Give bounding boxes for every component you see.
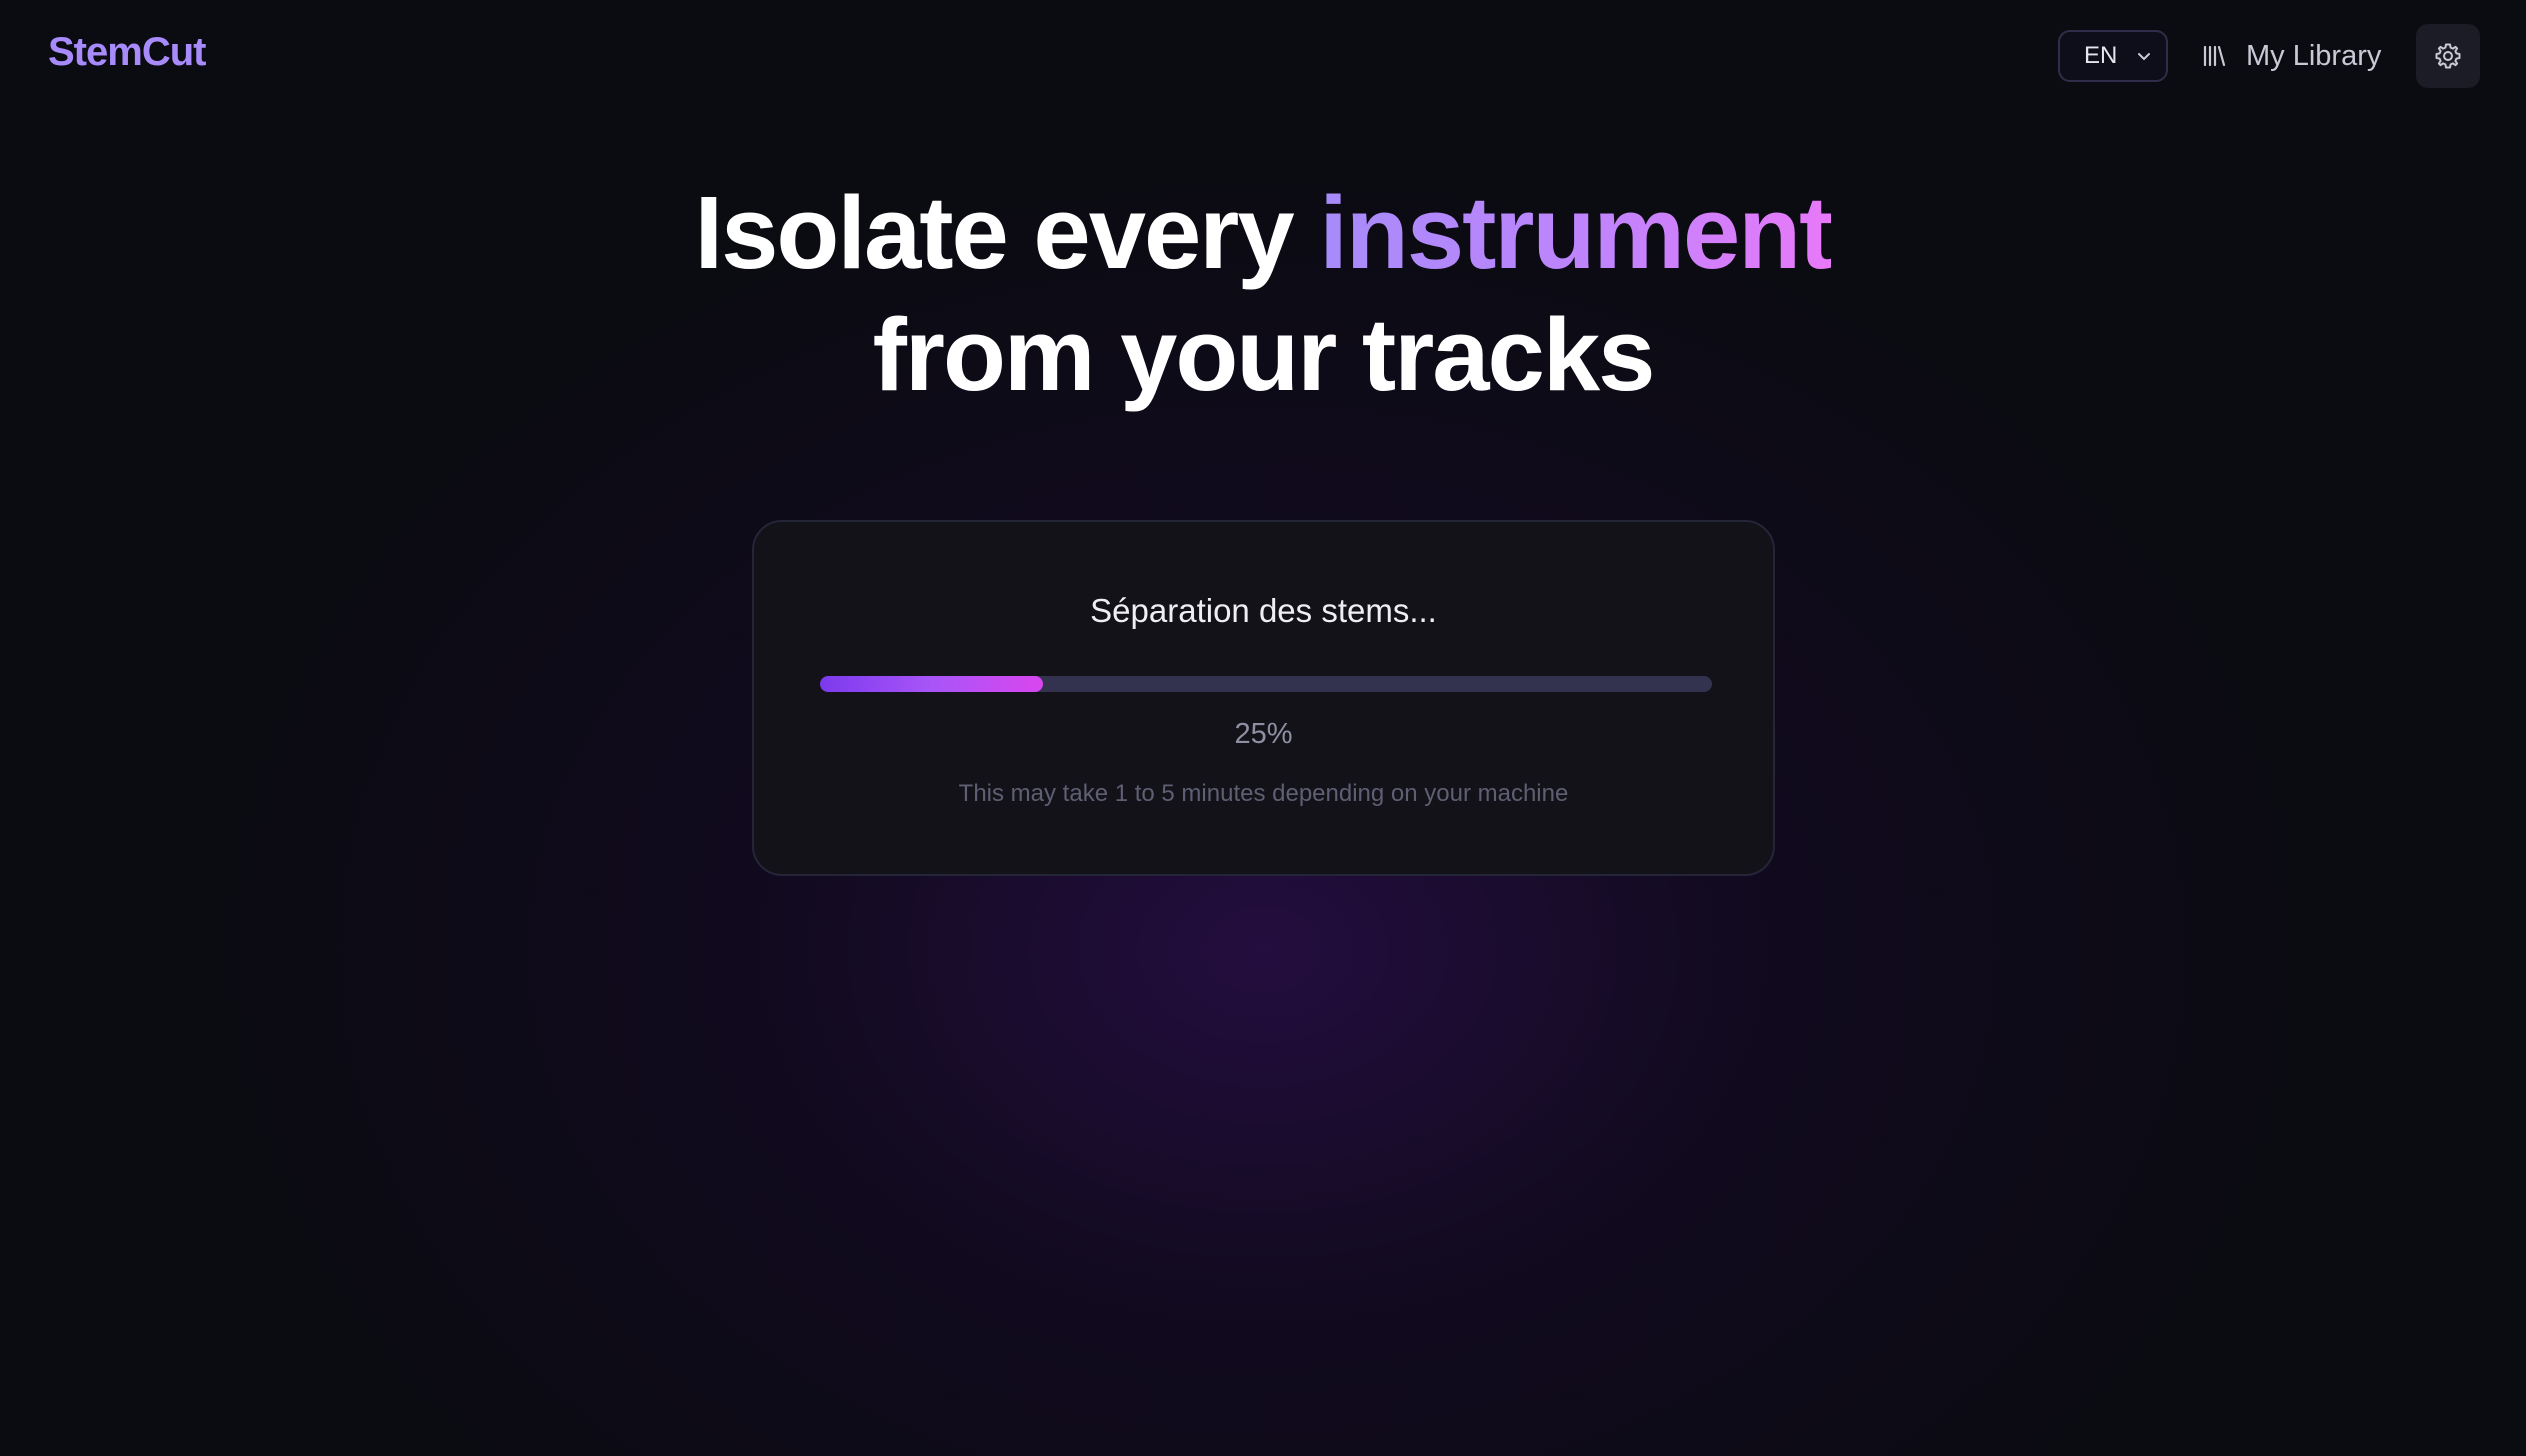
progress-card: Séparation des stems... 25% This may tak… <box>752 520 1775 876</box>
my-library-label: My Library <box>2246 39 2382 72</box>
progress-hint: This may take 1 to 5 minutes depending o… <box>958 780 1569 807</box>
hero-heading: Isolate every instrument from your track… <box>0 172 2526 416</box>
progress-percent: 25% <box>1234 718 1293 750</box>
progress-bar <box>820 676 1712 692</box>
hero-line1-prefix: Isolate every <box>694 175 1295 290</box>
top-bar: StemCut EN My Library <box>0 0 2526 112</box>
language-selected-value: EN <box>2084 42 2118 69</box>
library-icon <box>2203 45 2226 67</box>
hero-line1-accent: instrument <box>1319 175 1833 290</box>
settings-button[interactable] <box>2416 24 2480 88</box>
progress-title: Séparation des stems... <box>1090 592 1437 629</box>
my-library-link[interactable]: My Library <box>2200 30 2381 82</box>
gear-icon <box>2435 43 2461 69</box>
hero-line2: from your tracks <box>872 297 1656 412</box>
progress-bar-fill <box>820 676 1043 692</box>
chevron-down-icon <box>2138 53 2150 60</box>
language-select[interactable]: EN <box>2058 30 2168 82</box>
app-logo[interactable]: StemCut <box>48 30 206 75</box>
